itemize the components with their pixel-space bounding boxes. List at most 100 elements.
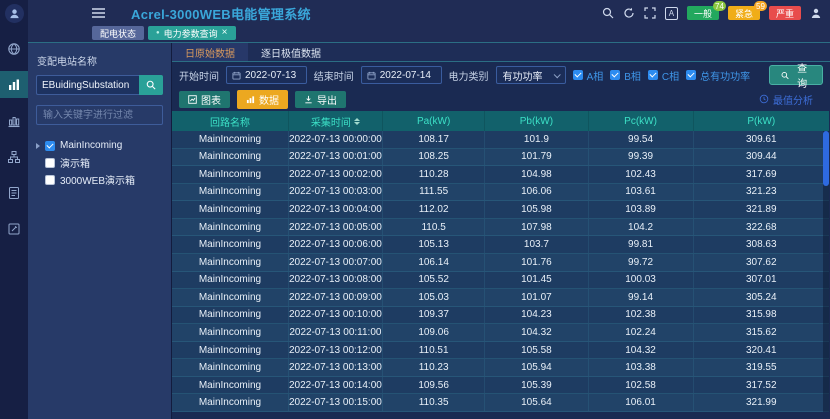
station-name-label: 变配电站名称 bbox=[37, 53, 163, 68]
table-row[interactable]: MainIncoming2022-07-13 00:12:00110.51105… bbox=[172, 342, 829, 360]
table-cell: 109.56 bbox=[383, 377, 485, 394]
tree-checkbox-unchecked[interactable] bbox=[45, 175, 55, 185]
table-row[interactable]: MainIncoming2022-07-13 00:10:00109.37104… bbox=[172, 307, 829, 325]
phase-b-checkbox[interactable]: B相 bbox=[610, 68, 641, 83]
checkbox-checked bbox=[686, 70, 696, 80]
rail-item-overview[interactable] bbox=[0, 35, 28, 62]
alarm-general-button[interactable]: 一般 74 bbox=[687, 6, 719, 20]
header-collect-time[interactable]: 采集时间 bbox=[289, 111, 383, 131]
tree-node-3000web-demo-box[interactable]: 3000WEB演示箱 bbox=[36, 171, 163, 188]
table-cell: 2022-07-13 00:02:00 bbox=[289, 166, 383, 183]
table-row[interactable]: MainIncoming2022-07-13 00:15:00110.35105… bbox=[172, 394, 829, 412]
language-icon[interactable]: A bbox=[665, 7, 678, 20]
total-active-power-label: 总有功功率 bbox=[700, 68, 750, 83]
table-row[interactable]: MainIncoming2022-07-13 00:00:00108.17101… bbox=[172, 131, 829, 149]
end-date-input[interactable]: 2022-07-14 bbox=[361, 66, 442, 84]
start-date-input[interactable]: 2022-07-13 bbox=[226, 66, 307, 84]
end-time-label: 结束时间 bbox=[314, 68, 354, 83]
table-cell: 99.72 bbox=[589, 254, 694, 271]
tab-power-parameter-query[interactable]: ● 电力参数查询 × bbox=[148, 26, 235, 40]
table-cell: 103.38 bbox=[589, 359, 694, 376]
station-search-button[interactable] bbox=[139, 75, 163, 95]
table-cell: MainIncoming bbox=[172, 184, 289, 201]
table-row[interactable]: MainIncoming2022-07-13 00:14:00109.56105… bbox=[172, 377, 829, 395]
rail-item-power-query[interactable] bbox=[0, 71, 28, 98]
tree-filter-input[interactable] bbox=[36, 105, 163, 125]
tab-daily-extreme-data[interactable]: 逐日极值数据 bbox=[248, 43, 334, 61]
tree-node-demo-box[interactable]: 演示箱 bbox=[36, 154, 163, 171]
export-button-label: 导出 bbox=[317, 92, 337, 107]
fullscreen-icon[interactable] bbox=[644, 7, 656, 19]
user-avatar[interactable] bbox=[5, 4, 24, 23]
rail-item-reports[interactable] bbox=[0, 179, 28, 206]
table-row[interactable]: MainIncoming2022-07-13 00:09:00105.03101… bbox=[172, 289, 829, 307]
power-type-select[interactable]: 有功功率 bbox=[496, 66, 566, 84]
table-cell: 111.55 bbox=[383, 184, 485, 201]
table-cell: 109.37 bbox=[383, 307, 485, 324]
table-cell: MainIncoming bbox=[172, 131, 289, 148]
export-button[interactable]: 导出 bbox=[295, 91, 346, 108]
alarm-severe-button[interactable]: 严重 bbox=[769, 6, 801, 20]
table-row[interactable]: MainIncoming2022-07-13 00:03:00111.55106… bbox=[172, 184, 829, 202]
table-cell: 321.89 bbox=[694, 201, 829, 218]
table-cell: 110.28 bbox=[383, 166, 485, 183]
close-icon[interactable]: × bbox=[222, 28, 228, 38]
tree-checkbox-unchecked[interactable] bbox=[45, 158, 55, 168]
user-icon[interactable] bbox=[810, 7, 822, 19]
table-cell: 2022-07-13 00:06:00 bbox=[289, 236, 383, 253]
table-row[interactable]: MainIncoming2022-07-13 00:11:00109.06104… bbox=[172, 324, 829, 342]
table-cell: 315.98 bbox=[694, 307, 829, 324]
alarm-general-count-badge: 74 bbox=[713, 1, 726, 11]
table-cell: 2022-07-13 00:01:00 bbox=[289, 149, 383, 166]
table-scrollbar[interactable] bbox=[823, 131, 829, 412]
phase-c-label: C相 bbox=[662, 68, 679, 83]
tree-checkbox-checked[interactable] bbox=[45, 141, 55, 151]
bar-chart-icon bbox=[7, 78, 21, 92]
tab-daily-raw-data[interactable]: 日原始数据 bbox=[172, 43, 248, 61]
chart-icon bbox=[188, 95, 197, 104]
table-row[interactable]: MainIncoming2022-07-13 00:02:00110.28104… bbox=[172, 166, 829, 184]
search-icon[interactable] bbox=[602, 7, 614, 19]
rail-item-settings[interactable] bbox=[0, 215, 28, 242]
table-cell: MainIncoming bbox=[172, 254, 289, 271]
tab-distribution-status[interactable]: 配电状态 bbox=[92, 26, 144, 40]
table-row[interactable]: MainIncoming2022-07-13 00:13:00110.23105… bbox=[172, 359, 829, 377]
query-button[interactable]: 查询 bbox=[769, 65, 823, 85]
checkbox-checked bbox=[648, 70, 658, 80]
refresh-icon[interactable] bbox=[623, 7, 635, 19]
total-active-power-checkbox[interactable]: 总有功功率 bbox=[686, 68, 750, 83]
table-row[interactable]: MainIncoming2022-07-13 00:07:00106.14101… bbox=[172, 254, 829, 272]
sort-icon[interactable] bbox=[354, 118, 360, 125]
phase-c-checkbox[interactable]: C相 bbox=[648, 68, 679, 83]
station-search-input[interactable] bbox=[36, 75, 139, 95]
scrollbar-thumb[interactable] bbox=[823, 131, 829, 186]
table-cell: 308.63 bbox=[694, 236, 829, 253]
table-cell: 110.5 bbox=[383, 219, 485, 236]
table-cell: 101.79 bbox=[485, 149, 588, 166]
rail-item-statistics[interactable] bbox=[0, 107, 28, 134]
extreme-analysis-link[interactable]: 最值分析 bbox=[759, 92, 813, 107]
table-row[interactable]: MainIncoming2022-07-13 00:06:00105.13103… bbox=[172, 236, 829, 254]
expand-caret-icon[interactable] bbox=[36, 143, 40, 149]
table-cell: 106.06 bbox=[485, 184, 588, 201]
table-cell: 112.02 bbox=[383, 201, 485, 218]
table-cell: 101.45 bbox=[485, 272, 588, 289]
data-view-button[interactable]: 数据 bbox=[237, 90, 288, 109]
phase-a-checkbox[interactable]: A相 bbox=[573, 68, 604, 83]
chart-view-button[interactable]: 图表 bbox=[179, 91, 230, 108]
chart-view-label: 图表 bbox=[201, 92, 221, 107]
alarm-urgent-button[interactable]: 紧急 59 bbox=[728, 6, 760, 20]
table-cell: MainIncoming bbox=[172, 201, 289, 218]
checkbox-checked bbox=[573, 70, 583, 80]
table-row[interactable]: MainIncoming2022-07-13 00:01:00108.25101… bbox=[172, 149, 829, 167]
rail-item-topology[interactable] bbox=[0, 143, 28, 170]
table-cell: 2022-07-13 00:05:00 bbox=[289, 219, 383, 236]
table-row[interactable]: MainIncoming2022-07-13 00:05:00110.5107.… bbox=[172, 219, 829, 237]
table-row[interactable]: MainIncoming2022-07-13 00:08:00105.52101… bbox=[172, 272, 829, 290]
table-header: 回路名称 采集时间 Pa(kW) Pb(kW) Pc(kW) P(kW) bbox=[172, 111, 829, 131]
table-cell: 105.58 bbox=[485, 342, 588, 359]
table-row[interactable]: MainIncoming2022-07-13 00:04:00112.02105… bbox=[172, 201, 829, 219]
tree-node-mainincoming[interactable]: MainIncoming bbox=[36, 137, 163, 154]
menu-toggle-icon[interactable] bbox=[92, 8, 105, 18]
tree-panel: 变配电站名称 MainIncoming 演示 bbox=[28, 43, 172, 419]
